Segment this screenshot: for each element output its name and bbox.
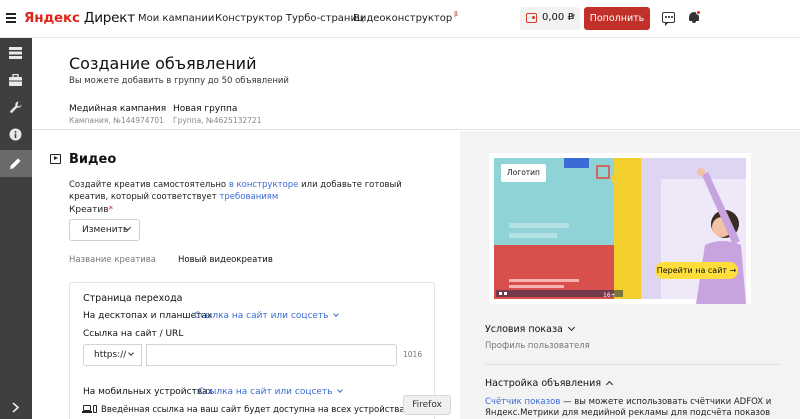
mobile-link-dropdown[interactable]: Ссылка на сайт или соцсеть: [198, 387, 343, 397]
protocol-value: https://: [94, 350, 127, 360]
breadcrumb-campaign[interactable]: Медийная кампания: [69, 104, 166, 114]
desktop-link-label: Ссылка на сайт или соцсеть: [194, 311, 329, 321]
wrench-icon: [9, 101, 22, 114]
divider: [485, 364, 780, 365]
creative-name-label: Название креатива: [69, 255, 157, 265]
chevron-down-icon: [332, 311, 339, 317]
desc-part-1: Создайте креатив самостоятельно: [69, 180, 229, 190]
sidebar-item-info[interactable]: [0, 121, 32, 148]
devices-icon: [82, 405, 97, 413]
sidebar-item-settings[interactable]: [0, 94, 32, 121]
landing-page-title: Страница перехода: [83, 293, 183, 304]
chevron-right-icon: [12, 402, 20, 413]
chevron-down-icon: [128, 350, 134, 356]
chevron-down-icon: ∨: [570, 12, 576, 21]
url-char-counter: 1016: [403, 350, 423, 359]
nav-video-constructor-label: Видеоконструктор: [353, 13, 453, 24]
preview-logo-placeholder: Логотип: [501, 164, 546, 182]
requirements-link[interactable]: требованиям: [219, 192, 278, 202]
toolbox-icon: [9, 74, 22, 86]
page-header: Создание объявлений Вы можете добавить в…: [32, 38, 800, 130]
topup-button[interactable]: Пополнить: [584, 7, 650, 30]
url-label: Ссылка на сайт / URL: [83, 329, 184, 339]
preview-panel: Логотип Перейти на сайт → 16+ Условия по…: [460, 131, 800, 419]
desktop-label: На десктопах и планшетах: [83, 311, 213, 321]
section-title-video: Видео: [69, 152, 117, 167]
yandex-direct-logo[interactable]: Яндекс Директ: [24, 10, 135, 26]
protocol-select[interactable]: https://: [83, 344, 142, 366]
required-mark: *: [108, 205, 114, 215]
creative-description: Создайте креатив самостоятельно в констр…: [69, 179, 409, 203]
change-creative-label: Изменить: [82, 225, 129, 235]
info-icon: [9, 128, 22, 141]
mobile-label: На мобильных устройствах: [83, 387, 213, 397]
page-subtitle: Вы можете добавить в группу до 50 объявл…: [69, 76, 289, 86]
impression-counter-link[interactable]: Счётчик показов: [485, 397, 560, 407]
nav-turbo-constructor[interactable]: Конструктор Турбо-страниц: [215, 13, 364, 24]
video-play-icon: [50, 154, 61, 164]
desktop-link-dropdown[interactable]: Ссылка на сайт или соцсеть: [194, 311, 339, 321]
stack-icon: [9, 47, 22, 59]
mobile-link-label: Ссылка на сайт или соцсеть: [198, 387, 333, 397]
devices-note: Введённая ссылка на ваш сайт будет досту…: [101, 405, 410, 415]
change-creative-button[interactable]: Изменить: [69, 219, 140, 241]
breadcrumb-group-id: Группа, №4625132721: [173, 116, 262, 125]
notification-bell-icon[interactable]: [688, 10, 701, 24]
breadcrumb-group[interactable]: Новая группа: [173, 104, 237, 114]
sidebar-item-edit[interactable]: [0, 150, 32, 177]
top-bar: Яндекс Директ Мои кампании Конструктор Т…: [0, 0, 800, 38]
url-input[interactable]: [146, 344, 397, 366]
ad-preview: Логотип Перейти на сайт → 16+: [489, 153, 751, 304]
chat-icon[interactable]: [662, 12, 675, 26]
ad-setup-description: Счётчик показов — вы можете использовать…: [485, 397, 785, 419]
logo-brand: Яндекс: [24, 10, 80, 26]
sidebar-item-expand[interactable]: [0, 394, 32, 419]
sidebar-item-campaigns[interactable]: [0, 40, 32, 67]
beta-mark: β: [454, 11, 459, 18]
wallet-icon: [526, 13, 537, 23]
creative-label: Креатив*: [69, 205, 113, 215]
show-conditions-toggle[interactable]: Условия показа: [485, 323, 575, 335]
left-sidebar: [0, 38, 32, 419]
nav-video-constructor[interactable]: Видеоконструктор β: [353, 11, 459, 24]
notification-dot: [696, 10, 701, 15]
landing-page-card: Страница перехода На десктопах и планшет…: [69, 282, 435, 419]
creative-label-text: Креатив: [69, 205, 109, 215]
constructor-link[interactable]: в конструкторе: [229, 180, 299, 190]
preview-age-mark: 16+: [603, 292, 616, 299]
sidebar-item-tools[interactable]: [0, 67, 32, 94]
hamburger-menu-icon[interactable]: [6, 13, 16, 23]
firefox-tooltip: Firefox: [403, 395, 451, 415]
chevron-down-icon: [336, 387, 343, 393]
pencil-icon: [10, 158, 21, 169]
ad-form: Видео Создайте креатив самостоятельно в …: [32, 131, 460, 419]
balance-widget[interactable]: 0,00 ₽ ∨: [520, 7, 580, 30]
preview-goto-button: Перейти на сайт →: [655, 262, 738, 279]
creative-name-value: Новый видеокреатив: [178, 255, 273, 265]
chevron-down-icon: [567, 323, 575, 332]
show-conditions-title: Условия показа: [485, 324, 563, 335]
ad-setup-title: Настройка объявления: [485, 378, 602, 389]
ad-setup-toggle[interactable]: Настройка объявления: [485, 378, 614, 389]
logo-product: Директ: [83, 10, 135, 26]
breadcrumb-separator-icon: ›: [153, 102, 157, 113]
user-profile-label: Профиль пользователя: [485, 341, 590, 351]
nav-my-campaigns[interactable]: Мои кампании: [138, 13, 214, 24]
chevron-up-icon: [606, 380, 614, 389]
breadcrumb-campaign-id: Кампания, №144974701: [69, 116, 164, 125]
page-title: Создание объявлений: [69, 54, 257, 73]
